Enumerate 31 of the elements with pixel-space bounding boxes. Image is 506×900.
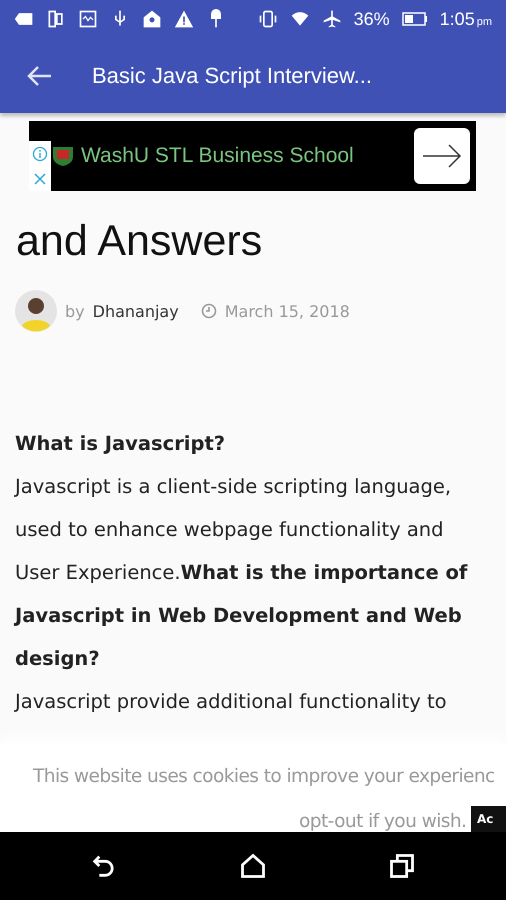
image-icon <box>78 9 98 29</box>
vibrate-icon <box>258 9 278 29</box>
accept-button[interactable]: Ac <box>471 806 506 832</box>
answer-paragraph: Javascript is a client-side scripting language, used to enhance webpage functionality and User Experience.What is the importance of Javascript in Web Development and Web design? <box>15 474 468 672</box>
home-icon <box>238 852 267 880</box>
post-date: March 15, 2018 <box>224 302 350 320</box>
back-arrow-icon[interactable] <box>26 64 52 86</box>
close-icon[interactable] <box>33 172 47 186</box>
recents-icon <box>388 852 416 880</box>
cookie-text: This website uses cookies to improve your experienc <box>33 766 495 787</box>
clock-icon <box>200 303 217 319</box>
battery-percentage: 36% <box>354 8 390 30</box>
cookie-text: opt-out if you wish. <box>299 811 466 832</box>
ad-go-button[interactable] <box>414 128 470 184</box>
page-title: Basic Java Script Interview... <box>92 62 372 88</box>
crest-icon <box>51 145 75 167</box>
ad-text: WashU STL Business School <box>81 144 354 168</box>
ad-banner[interactable]: WashU STL Business School <box>29 121 476 191</box>
author-byline: by <box>65 302 85 320</box>
warning-icon <box>174 9 194 29</box>
avatar <box>15 290 57 332</box>
airplane-icon <box>322 9 342 29</box>
location-icon <box>142 9 162 29</box>
battery-icon <box>402 11 428 27</box>
clock: 1:05 pm <box>440 8 492 30</box>
info-icon[interactable] <box>32 146 48 162</box>
article-heading: and Answers <box>16 217 264 266</box>
author-name[interactable]: Dhananjay <box>92 302 179 320</box>
arrow-right-icon <box>422 143 462 169</box>
question-heading: What is Javascript? <box>15 431 226 457</box>
answer-paragraph: Javascript provide additional functionality to <box>15 689 448 715</box>
